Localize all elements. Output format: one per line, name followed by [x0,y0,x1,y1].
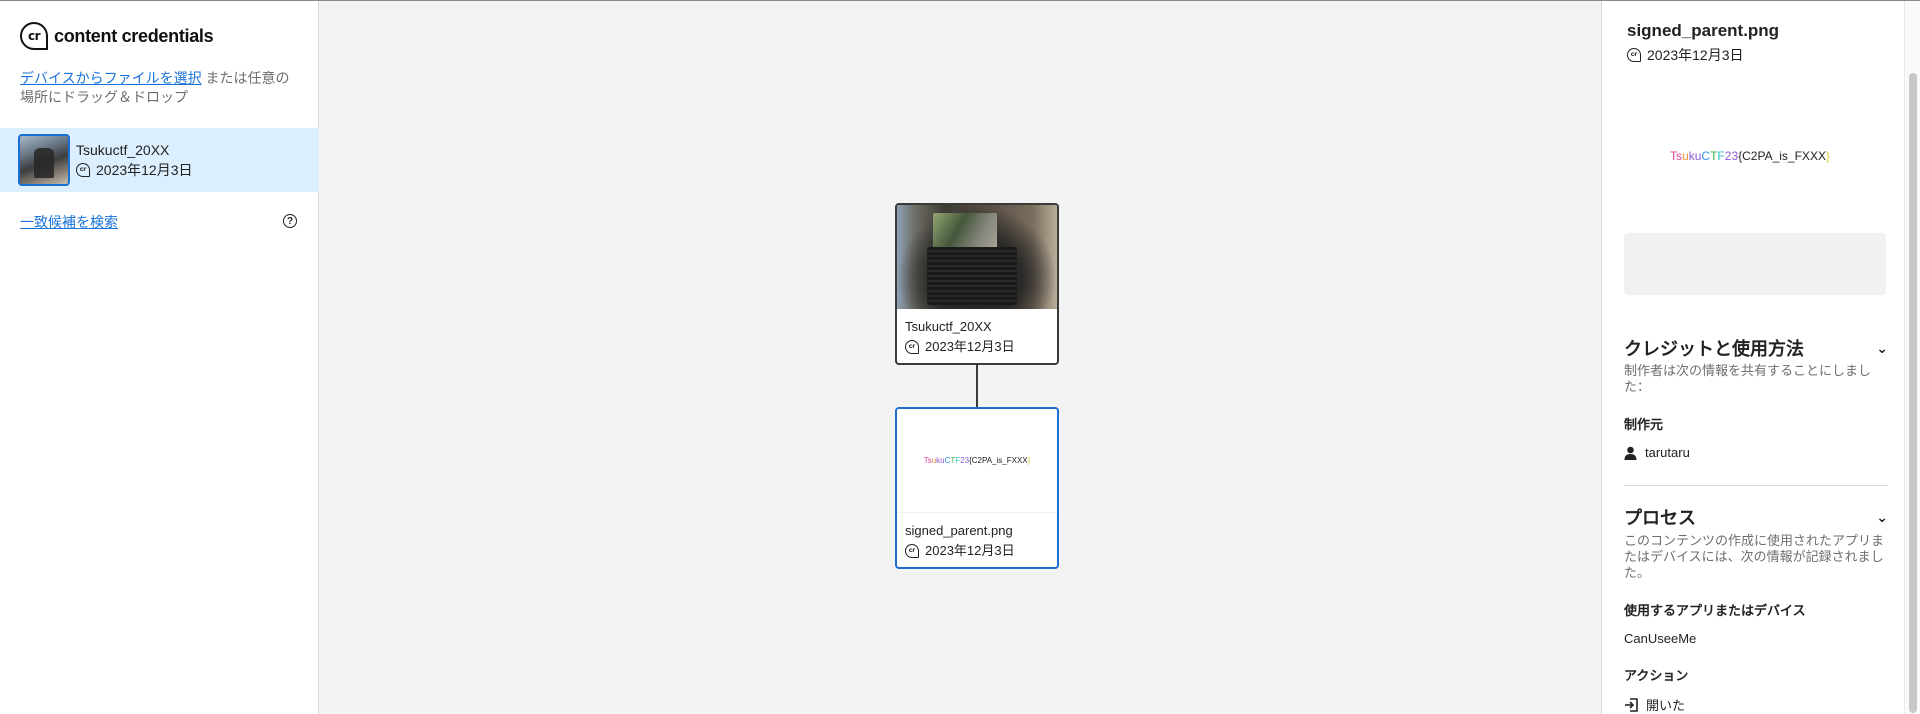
content-credentials-icon: cr [1627,48,1641,62]
chevron-down-icon[interactable]: ⌄ [1876,509,1888,526]
provenance-canvas[interactable]: Tsukuctf_20XX cr 2023年12月3日 TsukuCTF23{C… [320,1,1600,714]
actions-label: アクション [1624,668,1689,683]
selected-node[interactable]: TsukuCTF23{C2PA_is_FXXX} signed_parent.p… [895,407,1059,569]
producer-name: tarutaru [1645,445,1690,460]
process-heading: プロセス [1624,508,1696,528]
panel-preview-text: TsukuCTF23{C2PA_is_FXXX} [1670,149,1830,163]
action-name: 開いた [1646,698,1686,713]
chevron-down-icon[interactable]: ⌄ [1876,340,1888,357]
node-preview-text: TsukuCTF23{C2PA_is_FXXX} [923,456,1031,465]
logo-text: content credentials [54,25,214,46]
search-matches-link[interactable]: 一致候補を検索 [20,212,118,232]
sidebar: cr content credentials デバイスからファイルを選択 または… [0,1,319,714]
node-date: 2023年12月3日 [925,339,1015,354]
panel-date: 2023年12月3日 [1647,47,1744,63]
file-thumbnail [18,134,70,186]
credits-description: 制作者は次の情報を共有することにしました： [1624,363,1872,394]
file-drop-instructions: デバイスからファイルを選択 または任意の場所にドラッグ＆ドロップ [20,69,300,107]
section-divider [1624,485,1888,486]
help-icon[interactable]: ? [283,214,297,228]
node-connector-line [976,365,978,407]
panel-title: signed_parent.png [1627,21,1780,40]
info-placeholder-box [1624,233,1886,295]
file-name: Tsukuctf_20XX [76,142,170,158]
node-file-name: signed_parent.png [905,523,1013,538]
producer-row: tarutaru [1624,445,1690,460]
content-credentials-icon: cr [905,340,919,354]
cr-logo-icon: cr [20,22,48,50]
file-list-item[interactable]: Tsukuctf_20XX cr 2023年12月3日 [0,128,319,192]
credits-section-header[interactable]: クレジットと使用方法 ⌄ [1624,335,1888,361]
content-credentials-icon: cr [905,544,919,558]
file-date: 2023年12月3日 [96,162,193,178]
open-icon [1625,697,1638,712]
content-credentials-logo[interactable]: cr content credentials [20,21,214,51]
app-name: CanUseeMe [1624,631,1697,646]
app-device-label: 使用するアプリまたはデバイス [1624,603,1806,618]
content-credentials-icon: cr [76,163,90,177]
node-file-name: Tsukuctf_20XX [905,319,992,334]
person-icon [1624,446,1637,460]
node-date: 2023年12月3日 [925,543,1015,558]
credits-heading: クレジットと使用方法 [1624,339,1804,359]
process-description: このコンテンツの作成に使用されたアプリまたはデバイスには、次の情報が記録されまし… [1624,533,1885,580]
details-panel: signed_parent.png cr 2023年12月3日 TsukuCTF… [1601,1,1920,714]
scrollbar-thumb[interactable] [1909,73,1917,713]
producer-label: 制作元 [1624,417,1664,432]
select-file-link[interactable]: デバイスからファイルを選択 [20,70,202,86]
process-section-header[interactable]: プロセス ⌄ [1624,504,1888,530]
panel-scrollbar[interactable] [1904,1,1920,714]
app-device-value: CanUseeMe [1624,631,1696,646]
action-row: 開いた [1624,695,1685,714]
ingredient-node[interactable]: Tsukuctf_20XX cr 2023年12月3日 [895,203,1059,365]
node-text-thumbnail: TsukuCTF23{C2PA_is_FXXX} [897,409,1057,513]
node-photo-thumbnail [897,205,1057,309]
